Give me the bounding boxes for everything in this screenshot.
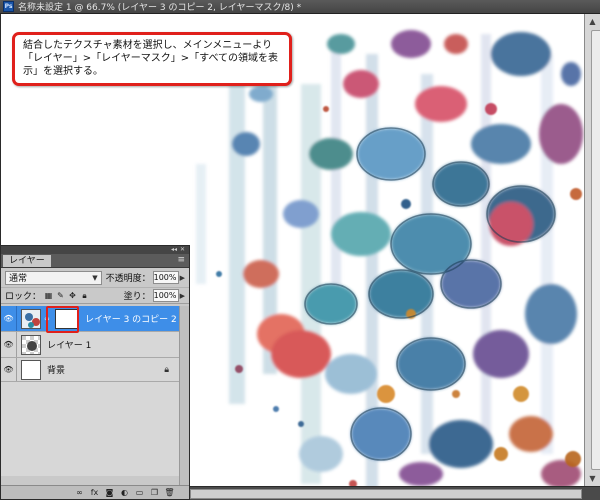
layer-row-layer1[interactable]: 👁︎ レイヤー 1 [1, 332, 189, 358]
group-icon[interactable]: ▭ [134, 488, 145, 498]
eye-icon[interactable]: 👁︎ [1, 358, 17, 381]
chevron-down-icon: ▼ [92, 273, 98, 282]
layer-name[interactable]: レイヤー 1 [47, 338, 91, 351]
lock-all-icon[interactable]: 🔒︎ [80, 291, 89, 300]
close-panel-icon[interactable]: ✕ [180, 246, 185, 254]
add-mask-icon[interactable]: ◙ [104, 488, 115, 498]
lock-row: ロック： ▦ ✎ ✥ 🔒︎ 塗り： 100% ▶ [1, 288, 189, 304]
layer-thumbnail[interactable] [21, 359, 41, 380]
layers-footer: ∞ fx ◙ ◐ ▭ ❐ 🗑︎ [1, 485, 189, 499]
layers-panel: ◂◂ ✕ レイヤー ≡ 通常 ▼ 不透明度： 100% ▶ ロック： ▦ ✎ ✥… [0, 245, 190, 500]
tab-layers[interactable]: レイヤー [3, 255, 51, 267]
collapse-icon[interactable]: ◂◂ [171, 246, 177, 254]
layer-list: 👁︎ ∞ レイヤー 3 のコピー 2 👁︎ レイヤー 1 👁︎ 背景 🔒︎ [1, 306, 189, 476]
canvas-horizontal-scrollbar[interactable] [190, 489, 582, 499]
checkerboard-thumbnail [22, 335, 40, 354]
blend-mode-value: 通常 [9, 274, 28, 284]
fill-input[interactable]: 100% [152, 289, 179, 302]
blend-mode-select[interactable]: 通常 ▼ [5, 270, 102, 285]
scroll-up-icon[interactable]: ▲ [587, 16, 598, 27]
fill-dropdown-icon[interactable]: ▶ [180, 292, 185, 300]
lock-label: ロック： [5, 292, 42, 302]
opacity-dropdown-icon[interactable]: ▶ [180, 274, 185, 282]
layer-row-background[interactable]: 👁︎ 背景 🔒︎ [1, 358, 189, 382]
lock-icon: 🔒︎ [164, 364, 169, 375]
document-title: 名称未設定 1 @ 66.7% (レイヤー 3 のコピー 2, レイヤーマスク/… [18, 3, 302, 13]
layer-thumbnail[interactable] [21, 334, 41, 355]
texture-thumbnail-art [22, 309, 40, 328]
new-layer-icon[interactable]: ❐ [149, 488, 160, 498]
callout-text: 結合したテクスチャ素材を選択し、メインメニューより「レイヤー」>「レイヤーマスク… [23, 40, 279, 77]
layers-scrollbar[interactable] [179, 306, 189, 486]
panel-header-strip: ◂◂ ✕ [1, 246, 189, 254]
layer-thumbnail[interactable] [21, 308, 41, 329]
scroll-down-icon[interactable]: ▼ [587, 473, 598, 484]
mask-highlight-box [46, 306, 79, 333]
lock-transparency-icon[interactable]: ▦ [44, 291, 53, 300]
opacity-label: 不透明度： [105, 274, 151, 284]
canvas-vertical-scrollbar[interactable]: ▲ ▼ [584, 14, 600, 486]
fill-label: 塗り： [123, 292, 151, 302]
lock-position-icon[interactable]: ✥ [68, 291, 77, 300]
canvas-scroll-thumb[interactable] [591, 30, 600, 470]
instruction-callout: 結合したテクスチャ素材を選択し、メインメニューより「レイヤー」>「レイヤーマスク… [12, 32, 292, 86]
photoshop-icon: Ps [3, 1, 14, 12]
layer-name[interactable]: レイヤー 3 のコピー 2 [85, 312, 177, 325]
adjustment-icon[interactable]: ◐ [119, 488, 130, 498]
fx-icon[interactable]: fx [89, 488, 100, 498]
link-layers-icon[interactable]: ∞ [74, 488, 85, 498]
document-titlebar[interactable]: Ps 名称未設定 1 @ 66.7% (レイヤー 3 のコピー 2, レイヤーマ… [0, 0, 600, 14]
eye-icon[interactable]: 👁︎ [1, 306, 17, 331]
eye-icon[interactable]: 👁︎ [1, 332, 17, 357]
trash-icon[interactable]: 🗑︎ [164, 488, 175, 498]
opacity-input[interactable]: 100% [152, 271, 179, 284]
layers-tabbar: レイヤー ≡ [1, 254, 189, 268]
layer-name[interactable]: 背景 [47, 363, 65, 376]
layer-row-copy2[interactable]: 👁︎ ∞ レイヤー 3 のコピー 2 [1, 306, 189, 333]
blend-row: 通常 ▼ 不透明度： 100% ▶ [1, 268, 189, 288]
panel-menu-icon[interactable]: ≡ [177, 255, 185, 265]
lock-image-icon[interactable]: ✎ [56, 291, 65, 300]
